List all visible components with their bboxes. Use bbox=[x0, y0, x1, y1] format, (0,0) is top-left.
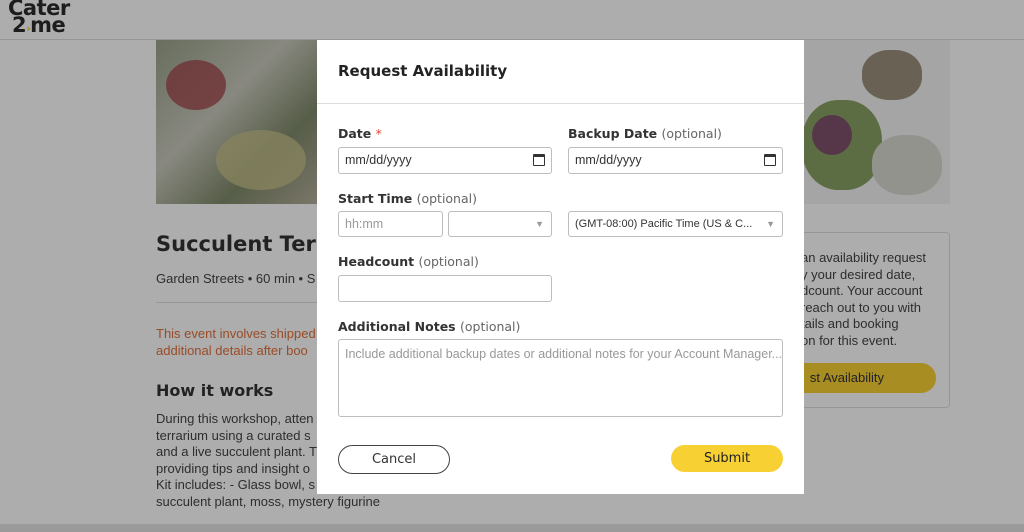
headcount-label: Headcount (optional) bbox=[338, 254, 479, 269]
chevron-down-icon: ▼ bbox=[535, 219, 544, 229]
modal-header: Request Availability bbox=[317, 40, 804, 104]
start-time-label-text: Start Time bbox=[338, 191, 413, 206]
submit-button[interactable]: Submit bbox=[671, 445, 783, 472]
modal-title: Request Availability bbox=[338, 62, 508, 80]
additional-notes-textarea[interactable] bbox=[338, 339, 783, 417]
backup-date-label: Backup Date (optional) bbox=[568, 126, 722, 141]
backup-date-label-text: Backup Date bbox=[568, 126, 658, 141]
required-marker: * bbox=[375, 126, 382, 141]
request-availability-modal: Request Availability Date * mm/dd/yyyy B… bbox=[317, 40, 804, 494]
additional-notes-label: Additional Notes (optional) bbox=[338, 319, 520, 334]
calendar-icon[interactable] bbox=[764, 154, 776, 166]
optional-marker: (optional) bbox=[459, 319, 521, 334]
optional-marker: (optional) bbox=[661, 126, 722, 141]
timezone-select[interactable]: (GMT-08:00) Pacific Time (US & C... ▼ bbox=[568, 211, 783, 237]
notes-label-text: Additional Notes bbox=[338, 319, 456, 334]
backup-date-input[interactable]: mm/dd/yyyy bbox=[568, 147, 783, 174]
optional-marker: (optional) bbox=[418, 254, 479, 269]
date-input[interactable]: mm/dd/yyyy bbox=[338, 147, 552, 174]
date-input-placeholder: mm/dd/yyyy bbox=[345, 153, 412, 167]
cancel-button[interactable]: Cancel bbox=[338, 445, 450, 474]
timezone-select-value: (GMT-08:00) Pacific Time (US & C... bbox=[575, 218, 753, 230]
start-time-input[interactable]: hh:mm bbox=[338, 211, 443, 237]
chevron-down-icon: ▼ bbox=[766, 219, 775, 229]
headcount-label-text: Headcount bbox=[338, 254, 415, 269]
backup-date-placeholder: mm/dd/yyyy bbox=[575, 153, 642, 167]
calendar-icon[interactable] bbox=[533, 154, 545, 166]
headcount-input[interactable] bbox=[338, 275, 552, 302]
optional-marker: (optional) bbox=[416, 191, 477, 206]
ampm-select[interactable]: ▼ bbox=[448, 211, 552, 237]
bottom-scrollbar[interactable] bbox=[0, 524, 1024, 532]
start-time-label: Start Time (optional) bbox=[338, 191, 477, 206]
date-label: Date * bbox=[338, 126, 382, 141]
date-label-text: Date bbox=[338, 126, 372, 141]
